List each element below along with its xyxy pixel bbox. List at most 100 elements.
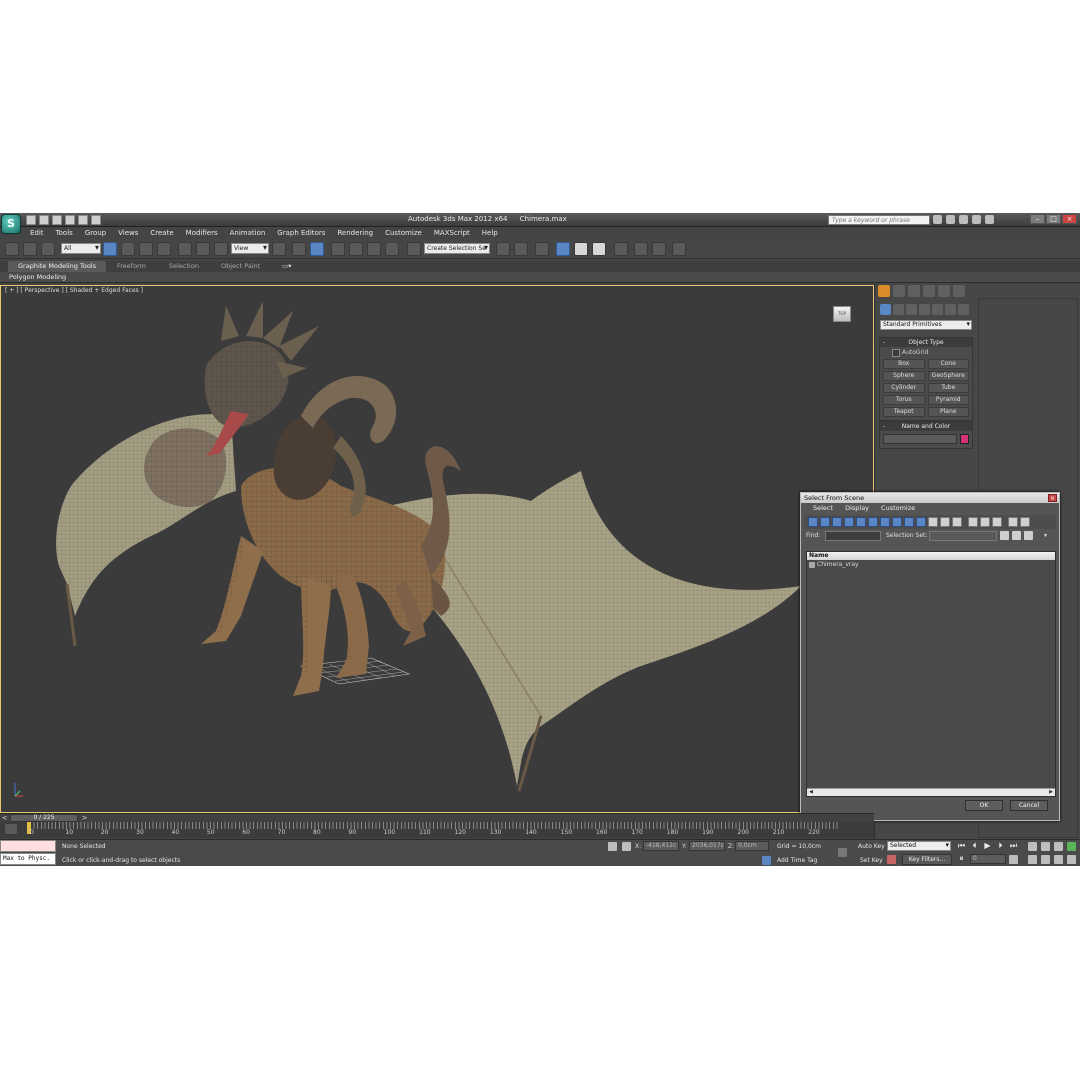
maximize-icon[interactable]: □ bbox=[1046, 214, 1061, 224]
utilities-tab-icon[interactable] bbox=[953, 285, 965, 297]
pivot-center-icon[interactable] bbox=[272, 242, 286, 256]
display-shapes-icon[interactable] bbox=[820, 517, 830, 527]
keyboard-shortcut-override-icon[interactable] bbox=[310, 242, 324, 256]
display-helpers-icon[interactable] bbox=[856, 517, 866, 527]
new-file-icon[interactable] bbox=[26, 215, 36, 225]
rectangular-selection-icon[interactable] bbox=[139, 242, 153, 256]
dialog-title-bar[interactable]: Select From Scene × bbox=[801, 493, 1059, 503]
mirror-icon[interactable] bbox=[496, 242, 510, 256]
set-key-button[interactable]: Set Key bbox=[860, 857, 883, 864]
open-file-icon[interactable] bbox=[39, 215, 49, 225]
snaps-toggle-icon[interactable] bbox=[331, 242, 345, 256]
primitive-category-dropdown[interactable]: Standard Primitives bbox=[880, 320, 972, 330]
teapot-button[interactable]: Teapot bbox=[883, 407, 925, 417]
perspective-viewport[interactable]: [ + ] [ Perspective ] [ Shaded + Edged F… bbox=[0, 285, 874, 813]
create-tab-icon[interactable] bbox=[878, 285, 890, 297]
viewcube[interactable]: TOP bbox=[823, 306, 861, 332]
redo-icon[interactable] bbox=[78, 215, 88, 225]
select-invert-icon[interactable] bbox=[992, 517, 1002, 527]
reference-coordinate-dropdown[interactable]: View bbox=[231, 243, 269, 254]
cameras-icon[interactable] bbox=[919, 304, 930, 315]
selection-lock-icon[interactable] bbox=[608, 842, 617, 851]
display-cameras-icon[interactable] bbox=[844, 517, 854, 527]
ok-button[interactable]: OK bbox=[965, 800, 1003, 811]
menu-item-modifiers[interactable]: Modifiers bbox=[180, 228, 224, 239]
systems-icon[interactable] bbox=[958, 304, 969, 315]
project-folder-icon[interactable] bbox=[91, 215, 101, 225]
window-crossing-icon[interactable] bbox=[157, 242, 171, 256]
object-color-swatch[interactable] bbox=[960, 434, 969, 444]
cancel-button[interactable]: Cancel bbox=[1010, 800, 1048, 811]
percent-snap-icon[interactable] bbox=[367, 242, 381, 256]
favorites-star-icon[interactable] bbox=[972, 215, 981, 224]
pyramid-button[interactable]: Pyramid bbox=[927, 395, 969, 405]
selection-set-options-icon[interactable] bbox=[1000, 531, 1009, 540]
name-and-color-rollout-header[interactable]: Name and Color bbox=[880, 422, 972, 431]
ribbon-options-icon[interactable]: ▭▾ bbox=[272, 261, 301, 272]
selection-filter-dropdown[interactable]: All bbox=[61, 243, 101, 254]
zoom-all-icon[interactable] bbox=[1041, 842, 1050, 851]
mini-curve-editor-icon[interactable] bbox=[5, 824, 17, 834]
hierarchy-tab-icon[interactable] bbox=[908, 285, 920, 297]
time-tag-icon[interactable] bbox=[762, 856, 771, 865]
menu-item-customize[interactable]: Customize bbox=[379, 228, 428, 239]
spinner-snap-icon[interactable] bbox=[385, 242, 399, 256]
dialog-menu-display[interactable]: Display bbox=[839, 503, 875, 514]
absolute-mode-icon[interactable] bbox=[622, 842, 631, 851]
cylinder-button[interactable]: Cylinder bbox=[883, 383, 925, 393]
viewcube-top[interactable]: TOP bbox=[833, 306, 851, 322]
display-hidden-icon[interactable] bbox=[940, 517, 950, 527]
angle-snap-icon[interactable] bbox=[349, 242, 363, 256]
add-time-tag[interactable]: Add Time Tag bbox=[777, 857, 817, 864]
selection-set-dropdown[interactable] bbox=[929, 531, 997, 541]
set-keys-icon[interactable] bbox=[887, 855, 896, 864]
time-slider[interactable]: < 0 / 225 > bbox=[0, 813, 874, 822]
time-slider-handle[interactable]: 0 / 225 bbox=[10, 814, 78, 822]
cone-button[interactable]: Cone bbox=[927, 359, 969, 369]
maxscript-listener-pink[interactable] bbox=[0, 840, 56, 852]
ribbon-panel-polygon-modeling[interactable]: Polygon Modeling bbox=[9, 273, 66, 281]
scroll-right-icon[interactable]: ▶ bbox=[1047, 789, 1055, 796]
filter-icon[interactable] bbox=[1008, 517, 1018, 527]
plane-button[interactable]: Plane bbox=[927, 407, 969, 417]
scene-object-list[interactable]: Name Chimera_vray ◀ ▶ bbox=[806, 551, 1056, 797]
display-all-icon[interactable] bbox=[952, 517, 962, 527]
app-logo-icon[interactable]: S bbox=[1, 214, 21, 234]
find-input[interactable] bbox=[825, 531, 881, 541]
dialog-menu-select[interactable]: Select bbox=[807, 503, 839, 514]
display-tab-icon[interactable] bbox=[938, 285, 950, 297]
undo-icon[interactable] bbox=[65, 215, 75, 225]
torus-button[interactable]: Torus bbox=[883, 395, 925, 405]
z-coord-field[interactable]: 0,0cm bbox=[735, 841, 769, 851]
render-setup-icon[interactable] bbox=[634, 242, 648, 256]
menu-item-views[interactable]: Views bbox=[112, 228, 144, 239]
layer-manager-icon[interactable] bbox=[535, 242, 549, 256]
tube-button[interactable]: Tube bbox=[927, 383, 969, 393]
tab-freeform[interactable]: Freeform bbox=[107, 261, 156, 272]
schematic-view-icon[interactable] bbox=[592, 242, 606, 256]
display-geometry-icon[interactable] bbox=[808, 517, 818, 527]
tab-graphite-modeling-tools[interactable]: Graphite Modeling Tools bbox=[8, 261, 107, 272]
play-icon[interactable]: ▶ bbox=[982, 841, 993, 851]
next-frame-icon[interactable]: ⏵ bbox=[995, 841, 1006, 851]
tab-selection[interactable]: Selection bbox=[159, 261, 209, 272]
named-selection-set-dropdown[interactable]: Create Selection Se bbox=[424, 243, 490, 254]
help-icon[interactable] bbox=[985, 215, 994, 224]
object-type-rollout-header[interactable]: Object Type bbox=[880, 338, 972, 347]
zoom-extents-all-icon[interactable] bbox=[1067, 842, 1076, 851]
x-coord-field[interactable]: -418,412c bbox=[643, 841, 679, 851]
toolbar-overflow-icon[interactable]: ▾ bbox=[1044, 532, 1047, 539]
maximize-viewport-icon[interactable] bbox=[1067, 855, 1076, 864]
shapes-icon[interactable] bbox=[893, 304, 904, 315]
display-lights-icon[interactable] bbox=[832, 517, 842, 527]
key-filters-button[interactable]: Key Filters... bbox=[902, 854, 952, 865]
default-in-out-key-icon[interactable] bbox=[838, 848, 847, 857]
zoom-icon[interactable] bbox=[1028, 842, 1037, 851]
scroll-left-icon[interactable]: ◀ bbox=[807, 789, 815, 796]
save-file-icon[interactable] bbox=[52, 215, 62, 225]
space-warps-icon[interactable] bbox=[945, 304, 956, 315]
time-configuration-icon[interactable] bbox=[1009, 855, 1018, 864]
rotate-icon[interactable] bbox=[196, 242, 210, 256]
menu-item-graph-editors[interactable]: Graph Editors bbox=[271, 228, 331, 239]
minimize-icon[interactable]: – bbox=[1030, 214, 1045, 224]
